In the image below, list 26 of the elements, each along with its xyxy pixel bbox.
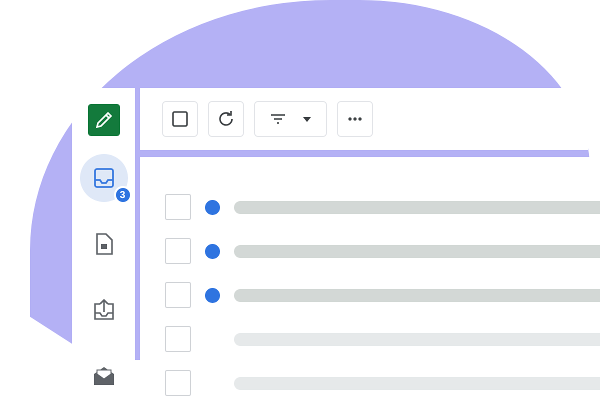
checkbox-icon — [172, 111, 188, 127]
refresh-icon — [217, 110, 235, 128]
caret-icon — [302, 116, 310, 122]
message-placeholder-bar[interactable] — [234, 288, 600, 302]
filter-dropdown[interactable] — [254, 101, 327, 137]
unread-count-badge: 3 — [114, 186, 132, 204]
more-button[interactable] — [337, 101, 373, 137]
inbox-icon — [92, 167, 114, 189]
refresh-button[interactable] — [208, 101, 244, 137]
filter-icon — [270, 114, 284, 124]
compose-button[interactable] — [88, 104, 120, 136]
row-checkbox[interactable] — [165, 326, 191, 352]
upload-tray-icon — [92, 299, 114, 321]
message-placeholder-bar[interactable] — [234, 376, 600, 390]
select-all-button[interactable] — [162, 101, 198, 137]
more-icon — [348, 117, 362, 121]
row-checkbox[interactable] — [165, 194, 191, 220]
open-envelope-icon — [92, 365, 114, 387]
row-checkbox[interactable] — [165, 238, 191, 264]
message-placeholder-bar[interactable] — [234, 332, 600, 346]
row-checkbox[interactable] — [165, 370, 191, 396]
message-placeholder-bar[interactable] — [234, 244, 600, 258]
pencil-icon — [94, 110, 114, 130]
document-icon — [94, 233, 112, 255]
row-checkbox[interactable] — [165, 282, 191, 308]
message-placeholder-bar[interactable] — [234, 200, 600, 214]
